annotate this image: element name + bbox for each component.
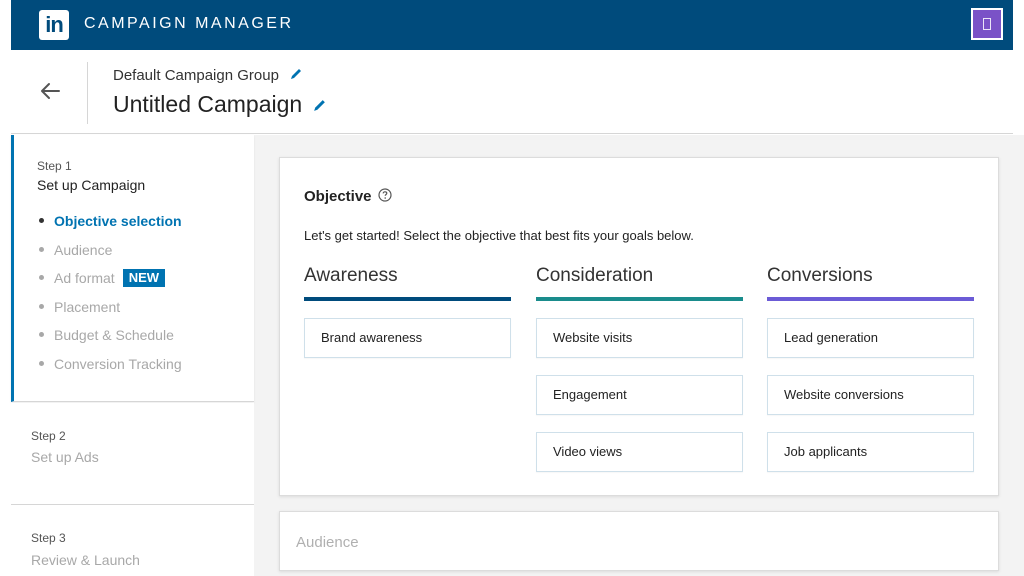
substep-label: Audience bbox=[54, 241, 113, 258]
linkedin-logo-icon[interactable]: in bbox=[39, 10, 69, 40]
step-1-title: Set up Campaign bbox=[37, 177, 146, 193]
column-heading-awareness: Awareness bbox=[304, 265, 398, 286]
objective-option-brand-awareness[interactable]: Brand awareness bbox=[304, 318, 511, 358]
back-arrow-icon[interactable] bbox=[37, 78, 63, 104]
help-question-icon[interactable] bbox=[377, 188, 392, 206]
conversions-underline bbox=[767, 297, 974, 301]
audience-title: Audience bbox=[296, 534, 359, 551]
objective-option-job-applicants[interactable]: Job applicants bbox=[767, 432, 974, 472]
objective-option-website-visits[interactable]: Website visits bbox=[536, 318, 743, 358]
column-heading-consideration: Consideration bbox=[536, 265, 654, 286]
app-title: CAMPAIGN MANAGER bbox=[84, 15, 294, 32]
step-1-substeps: Objective selection Audience Ad format NE… bbox=[39, 212, 182, 383]
substep-label: Objective selection bbox=[54, 213, 182, 229]
awareness-underline bbox=[304, 297, 511, 301]
objective-option-engagement[interactable]: Engagement bbox=[536, 375, 743, 415]
objective-card: Objective Let's get started! Select the … bbox=[279, 157, 999, 496]
step-3-number: Step 3 bbox=[31, 531, 66, 545]
substep-ad-format[interactable]: Ad format NEW bbox=[39, 269, 182, 298]
column-conversions: Conversions Lead generation Website conv… bbox=[767, 265, 974, 472]
edit-group-pencil-icon[interactable] bbox=[289, 67, 303, 85]
step-1-number: Step 1 bbox=[37, 159, 72, 173]
step-2-title: Set up Ads bbox=[31, 449, 99, 465]
step-3-title: Review & Launch bbox=[31, 552, 140, 568]
substep-label: Ad format bbox=[54, 270, 115, 286]
column-heading-conversions: Conversions bbox=[767, 265, 873, 286]
top-navigation-bar: in CAMPAIGN MANAGER bbox=[11, 0, 1013, 50]
edit-campaign-pencil-icon[interactable] bbox=[312, 92, 327, 119]
column-consideration: Consideration Website visits Engagement … bbox=[536, 265, 743, 472]
audience-card[interactable]: Audience bbox=[279, 511, 999, 571]
consideration-underline bbox=[536, 297, 743, 301]
objective-title: Objective bbox=[304, 188, 392, 206]
campaign-name-label: Untitled Campaign bbox=[113, 91, 303, 117]
substep-label: Conversion Tracking bbox=[54, 355, 182, 372]
substep-label: Budget & Schedule bbox=[54, 327, 174, 343]
substep-audience[interactable]: Audience bbox=[39, 241, 182, 270]
campaign-name: Untitled Campaign bbox=[113, 91, 327, 119]
campaign-group-name: Default Campaign Group bbox=[113, 67, 303, 85]
column-awareness: Awareness Brand awareness bbox=[304, 265, 511, 358]
new-badge: NEW bbox=[122, 269, 166, 287]
substep-budget-schedule[interactable]: Budget & Schedule bbox=[39, 326, 182, 355]
substep-conversion-tracking[interactable]: Conversion Tracking bbox=[39, 355, 182, 384]
sidebar-step-3[interactable]: Step 3 Review & Launch bbox=[11, 506, 254, 576]
sidebar-step-1: Step 1 Set up Campaign Objective selecti… bbox=[11, 135, 254, 402]
objective-option-video-views[interactable]: Video views bbox=[536, 432, 743, 472]
campaign-header: Default Campaign Group Untitled Campaign bbox=[11, 50, 1013, 134]
objective-option-website-conversions[interactable]: Website conversions bbox=[767, 375, 974, 415]
account-menu-button[interactable] bbox=[971, 8, 1003, 40]
substep-label: Placement bbox=[54, 298, 121, 315]
objective-option-lead-generation[interactable]: Lead generation bbox=[767, 318, 974, 358]
objective-description: Let's get started! Select the objective … bbox=[304, 228, 694, 243]
account-building-icon bbox=[983, 18, 991, 30]
header-divider bbox=[87, 62, 88, 124]
substep-objective-selection[interactable]: Objective selection bbox=[39, 212, 182, 241]
sidebar-step-2[interactable]: Step 2 Set up Ads bbox=[11, 403, 254, 505]
objective-title-text: Objective bbox=[304, 188, 372, 205]
step-2-number: Step 2 bbox=[31, 429, 66, 443]
substep-placement[interactable]: Placement bbox=[39, 298, 182, 327]
campaign-group-label: Default Campaign Group bbox=[113, 67, 279, 84]
